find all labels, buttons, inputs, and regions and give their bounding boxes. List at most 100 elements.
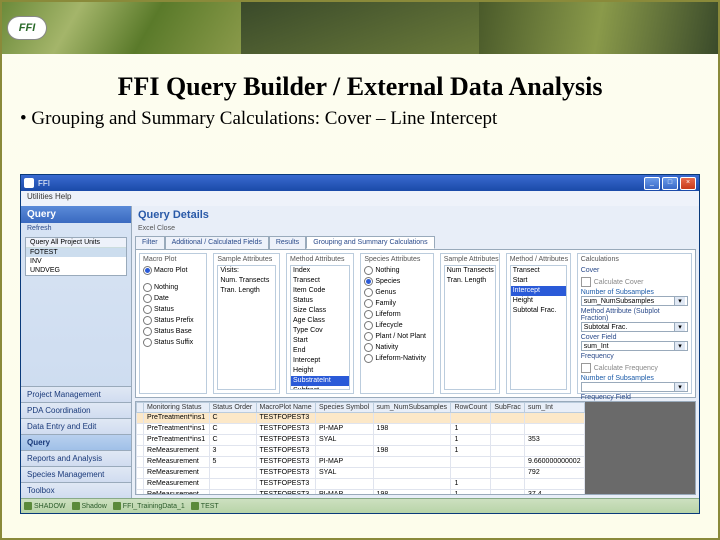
cover-field-label: Cover Field <box>581 334 688 341</box>
sidebar-tab[interactable]: Species Management <box>21 466 131 482</box>
macro-plot-title: Macro Plot <box>143 256 203 263</box>
sample-sum-list[interactable]: Num Transects Tran. Length <box>444 265 496 390</box>
calc-frequency-check[interactable]: Calculate Frequency <box>594 365 658 372</box>
tab-filter[interactable]: Filter <box>135 236 165 249</box>
num-subsamples-label: Number of Subsamples <box>581 289 688 296</box>
sample-sum-title: Sample Attributes <box>444 256 496 263</box>
radio-lifeform-nativity[interactable]: Lifeform-Nativity <box>364 353 429 364</box>
method-attributes-title: Method Attributes <box>290 256 350 263</box>
radio-macro-plot[interactable]: Macro Plot <box>143 265 203 276</box>
method-attr-label: Method Attribute (Subplot Fraction) <box>581 308 688 322</box>
column-header[interactable]: Species Symbol <box>316 403 374 413</box>
method-sum-list[interactable]: Transect Start Intercept Height Subtotal… <box>510 265 567 390</box>
tab-grouping-summary[interactable]: Grouping and Summary Calculations <box>306 236 434 249</box>
freq-subsamples-label: Number of Subsamples <box>581 375 688 382</box>
column-header[interactable]: SubFrac <box>491 403 525 413</box>
taskbar-item[interactable]: Shadow <box>72 502 107 510</box>
taskbar-item[interactable]: TEST <box>191 502 219 510</box>
table-row[interactable]: ReMeasurementTESTFOPEST3PI-MAP198137.4 <box>137 490 585 495</box>
app-title: FFI <box>38 179 50 188</box>
radio-family[interactable]: Family <box>364 298 429 309</box>
sample-attributes-list[interactable]: Visits: Num. Transects Tran. Length <box>217 265 276 390</box>
radio-lifeform[interactable]: Lifeform <box>364 309 429 320</box>
num-subsamples-select[interactable]: sum_NumSubsamples▾ <box>581 296 688 306</box>
sidebar-tab-query[interactable]: Query <box>21 434 131 450</box>
sample-attributes-title: Sample Attributes <box>217 256 276 263</box>
slide-title: FFI Query Builder / External Data Analys… <box>2 72 718 102</box>
radio-date[interactable]: Date <box>143 293 203 304</box>
column-header[interactable]: Status Order <box>209 403 256 413</box>
radio-plant-notplant[interactable]: Plant / Not Plant <box>364 331 429 342</box>
sidebar-section-query: Query <box>21 206 131 223</box>
table-row[interactable]: ReMeasurementTESTFOPEST3SYAL792 <box>137 468 585 479</box>
frequency-section-label: Frequency <box>581 353 688 360</box>
column-header[interactable] <box>137 403 144 413</box>
sidebar-tab[interactable]: PDA Coordination <box>21 402 131 418</box>
column-header[interactable]: sum_Int <box>525 403 585 413</box>
sidebar-tab[interactable]: Toolbox <box>21 482 131 498</box>
taskbar-item[interactable]: SHADOW <box>24 502 66 510</box>
project-unit-item[interactable]: INV <box>26 257 126 266</box>
maximize-button[interactable]: □ <box>662 177 678 190</box>
column-header[interactable]: RowCount <box>451 403 491 413</box>
project-unit-item[interactable]: FOTEST <box>26 248 126 257</box>
table-row[interactable]: PreTreatment*ins1CTESTFOPEST3PI-MAP1981 <box>137 424 585 435</box>
tab-additional-fields[interactable]: Additional / Calculated Fields <box>165 236 269 249</box>
header-banner: FFI <box>2 2 718 54</box>
frequency-field-label: Frequency Field <box>581 394 688 401</box>
query-details-pane: Query Details Excel Close Filter Additio… <box>132 206 699 498</box>
radio-nothing[interactable]: Nothing <box>143 282 203 293</box>
radio-genus[interactable]: Genus <box>364 287 429 298</box>
method-attributes-list[interactable]: Index Transect Item Code Status Size Cla… <box>290 265 350 390</box>
project-unit-item[interactable]: UNDVEG <box>26 266 126 275</box>
radio-nativity[interactable]: Nativity <box>364 342 429 353</box>
tab-results[interactable]: Results <box>269 236 306 249</box>
taskbar-item[interactable]: FFI_TrainingData_1 <box>113 502 185 510</box>
freq-subsamples-select[interactable]: ▾ <box>581 382 688 392</box>
calculations-title: Calculations <box>581 256 688 263</box>
minimize-button[interactable]: _ <box>644 177 660 190</box>
method-attr-select[interactable]: Subtotal Frac.▾ <box>581 322 688 332</box>
details-toolbar[interactable]: Excel Close <box>132 224 699 233</box>
project-units-panel: Query All Project Units FOTEST INV UNDVE… <box>25 237 127 276</box>
grouping-panel: Macro Plot Macro Plot Nothing Date Statu… <box>135 249 696 398</box>
project-units-header: Query All Project Units <box>26 238 126 248</box>
cover-section-label: Cover <box>581 267 688 274</box>
details-tabstrip: Filter Additional / Calculated Fields Re… <box>135 236 696 249</box>
radio-status-prefix[interactable]: Status Prefix <box>143 315 203 326</box>
menu-bar[interactable]: Utilities Help <box>21 191 699 206</box>
status-bar: SHADOW Shadow FFI_TrainingData_1 TEST <box>21 498 699 513</box>
calc-cover-check[interactable]: Calculate Cover <box>594 279 644 286</box>
column-header[interactable]: sum_NumSubsamples <box>373 403 451 413</box>
sidebar-tab[interactable]: Reports and Analysis <box>21 450 131 466</box>
radio-species[interactable]: Species <box>364 276 429 287</box>
radio-lifecycle[interactable]: Lifecycle <box>364 320 429 331</box>
species-attributes-title: Species Attributes <box>364 256 429 263</box>
ffi-logo: FFI <box>8 17 46 39</box>
radio-status-suffix[interactable]: Status Suffix <box>143 337 203 348</box>
table-row[interactable]: ReMeasurement5TESTFOPEST3PI-MAP9.6600000… <box>137 457 585 468</box>
table-row[interactable]: PreTreatment*ins1CTESTFOPEST3 <box>137 413 585 424</box>
table-row[interactable]: PreTreatment*ins1CTESTFOPEST3SYAL1353 <box>137 435 585 446</box>
refresh-link[interactable]: Refresh <box>21 223 131 234</box>
window-titlebar[interactable]: FFI _ □ × <box>21 175 699 191</box>
radio-status[interactable]: Status <box>143 304 203 315</box>
slide-subtitle: • Grouping and Summary Calculations: Cov… <box>20 108 718 130</box>
sidebar-tab[interactable]: Project Management <box>21 386 131 402</box>
grid-scroll-gutter <box>585 402 695 494</box>
cover-field-select[interactable]: sum_Int▾ <box>581 341 688 351</box>
app-window: FFI _ □ × Utilities Help Query Refresh Q… <box>20 174 700 514</box>
method-sum-title: Method / Attributes <box>510 256 567 263</box>
sidebar-tab[interactable]: Data Entry and Edit <box>21 418 131 434</box>
table-row[interactable]: ReMeasurement3TESTFOPEST31981 <box>137 446 585 457</box>
app-icon <box>24 178 34 188</box>
details-header: Query Details <box>132 206 699 224</box>
calculations-group: Calculations Cover Calculate Cover Numbe… <box>577 253 692 394</box>
close-button[interactable]: × <box>680 177 696 190</box>
sidebar: Query Refresh Query All Project Units FO… <box>21 206 132 498</box>
table-row[interactable]: ReMeasurementTESTFOPEST31 <box>137 479 585 490</box>
column-header[interactable]: MacroPlot Name <box>256 403 316 413</box>
column-header[interactable]: Monitoring Status <box>144 403 210 413</box>
radio-species-nothing[interactable]: Nothing <box>364 265 429 276</box>
radio-status-base[interactable]: Status Base <box>143 326 203 337</box>
